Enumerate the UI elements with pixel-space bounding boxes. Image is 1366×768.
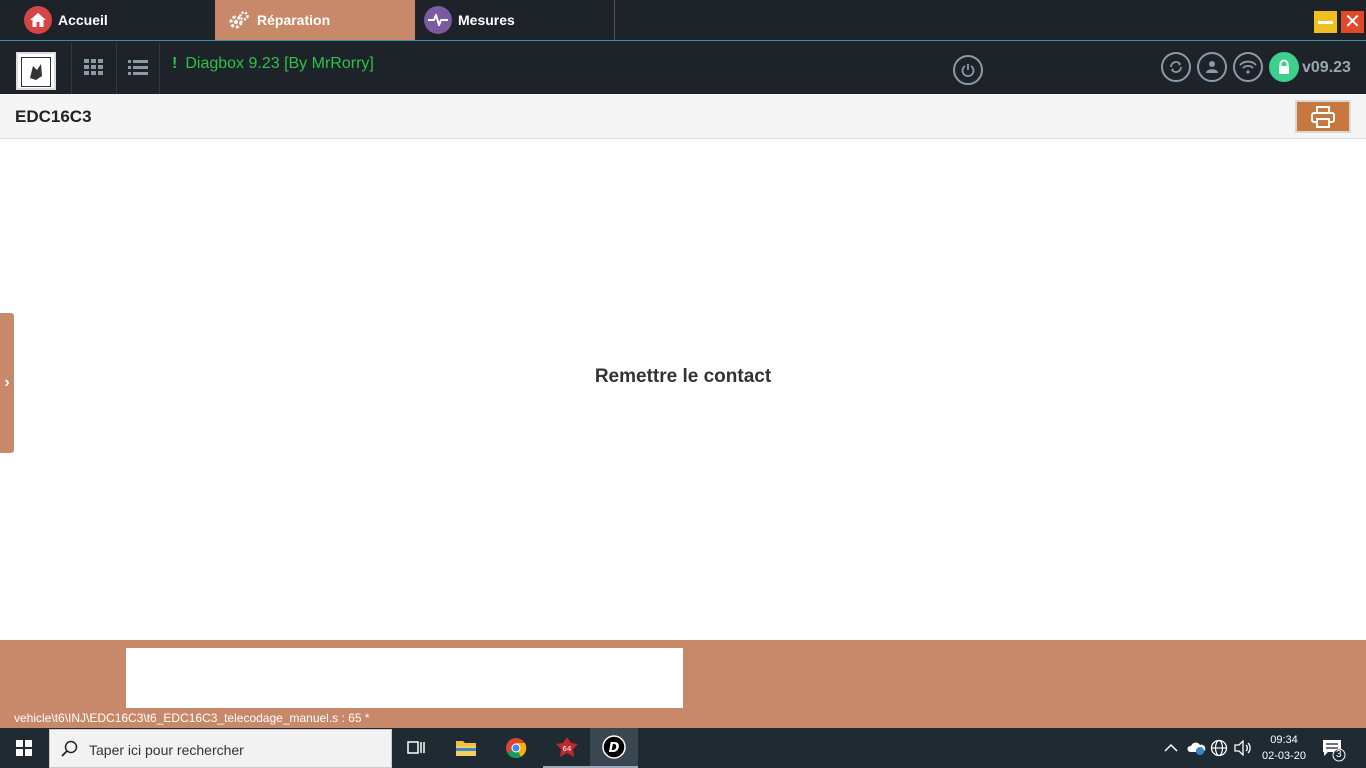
- speaker-icon[interactable]: [1234, 739, 1252, 761]
- diagbox-icon: D: [602, 735, 626, 759]
- app-title: ! Diagbox 9.23 [By MrRorry]: [172, 55, 374, 73]
- main-message: Remettre le contact: [594, 366, 772, 387]
- home-icon: [24, 6, 52, 34]
- windows-icon: [16, 740, 32, 756]
- tab-accueil-label: Accueil: [58, 12, 108, 28]
- task-view-button[interactable]: [392, 728, 440, 768]
- lock-icon: [1279, 59, 1289, 74]
- folder-icon: [456, 741, 476, 756]
- print-button[interactable]: [1295, 100, 1351, 133]
- gears-icon: [227, 6, 251, 34]
- list-view-icon[interactable]: [128, 59, 148, 75]
- page-title: EDC16C3: [15, 107, 92, 126]
- output-box: [126, 648, 683, 708]
- power-button[interactable]: [953, 55, 983, 85]
- toolbar-divider: [159, 43, 160, 94]
- notification-center-button[interactable]: 3: [1320, 736, 1346, 762]
- file-explorer-button[interactable]: [442, 728, 490, 768]
- app-64-button[interactable]: 64: [543, 728, 591, 768]
- chevron-up-icon[interactable]: [1164, 740, 1178, 758]
- system-clock[interactable]: 09:34 02-03-20: [1261, 732, 1307, 764]
- lock-button[interactable]: [1269, 52, 1299, 82]
- sync-icon: [1170, 61, 1182, 73]
- taskbar: Taper ici pour rechercher 64 D 09:34 02-…: [0, 728, 1366, 768]
- diagbox-button[interactable]: D: [590, 728, 638, 768]
- task-view-icon: [407, 741, 425, 754]
- tab-reparation-label: Réparation: [257, 12, 331, 28]
- printer-icon: [1311, 105, 1335, 128]
- app-title-text: Diagbox 9.23 [By MrRorry]: [185, 55, 374, 72]
- svg-text:D: D: [609, 741, 620, 756]
- search-icon: [61, 740, 78, 757]
- tab-accueil[interactable]: Accueil: [0, 0, 215, 40]
- sync-button[interactable]: [1161, 52, 1191, 82]
- toolbar-divider: [71, 43, 72, 94]
- wifi-icon: [1239, 60, 1257, 74]
- grid-view-icon[interactable]: [84, 59, 104, 75]
- alert-icon: !: [172, 55, 178, 72]
- onedrive-icon[interactable]: [1186, 740, 1206, 761]
- notification-count: 3: [1336, 749, 1342, 760]
- waveform-icon: [424, 6, 452, 34]
- clock-date: 02-03-20: [1261, 750, 1307, 762]
- bottom-panel: vehicle\t6\INJ\EDC16C3\t6_EDC16C3_teleco…: [0, 640, 1366, 728]
- search-placeholder: Taper ici pour rechercher: [89, 742, 244, 758]
- status-path: vehicle\t6\INJ\EDC16C3\t6_EDC16C3_teleco…: [14, 711, 370, 725]
- notification-icon: [1323, 740, 1346, 762]
- svg-text:64: 64: [563, 745, 572, 753]
- globe-icon[interactable]: [1210, 739, 1228, 762]
- tab-bar: Accueil Réparation Mesures ✕: [0, 0, 1366, 41]
- wifi-button[interactable]: [1233, 52, 1263, 82]
- power-icon: [961, 64, 975, 77]
- version-label: v09.23: [1302, 59, 1351, 76]
- page-header: EDC16C3: [0, 94, 1366, 139]
- tab-mesures[interactable]: Mesures: [415, 0, 615, 40]
- chrome-button[interactable]: [492, 728, 540, 768]
- tab-reparation[interactable]: Réparation: [215, 0, 415, 40]
- taskbar-search[interactable]: Taper ici pour rechercher: [49, 729, 392, 768]
- user-button[interactable]: [1197, 52, 1227, 82]
- chrome-icon: [506, 738, 527, 759]
- close-button[interactable]: ✕: [1341, 11, 1364, 33]
- user-icon: [1206, 61, 1218, 73]
- toolbar-divider: [116, 43, 117, 94]
- peugeot-logo: [16, 52, 56, 90]
- minimize-button[interactable]: [1314, 11, 1337, 33]
- tab-mesures-label: Mesures: [458, 12, 515, 28]
- clock-time: 09:34: [1270, 734, 1298, 746]
- app-64-icon: 64: [556, 737, 578, 757]
- start-button[interactable]: [0, 728, 48, 768]
